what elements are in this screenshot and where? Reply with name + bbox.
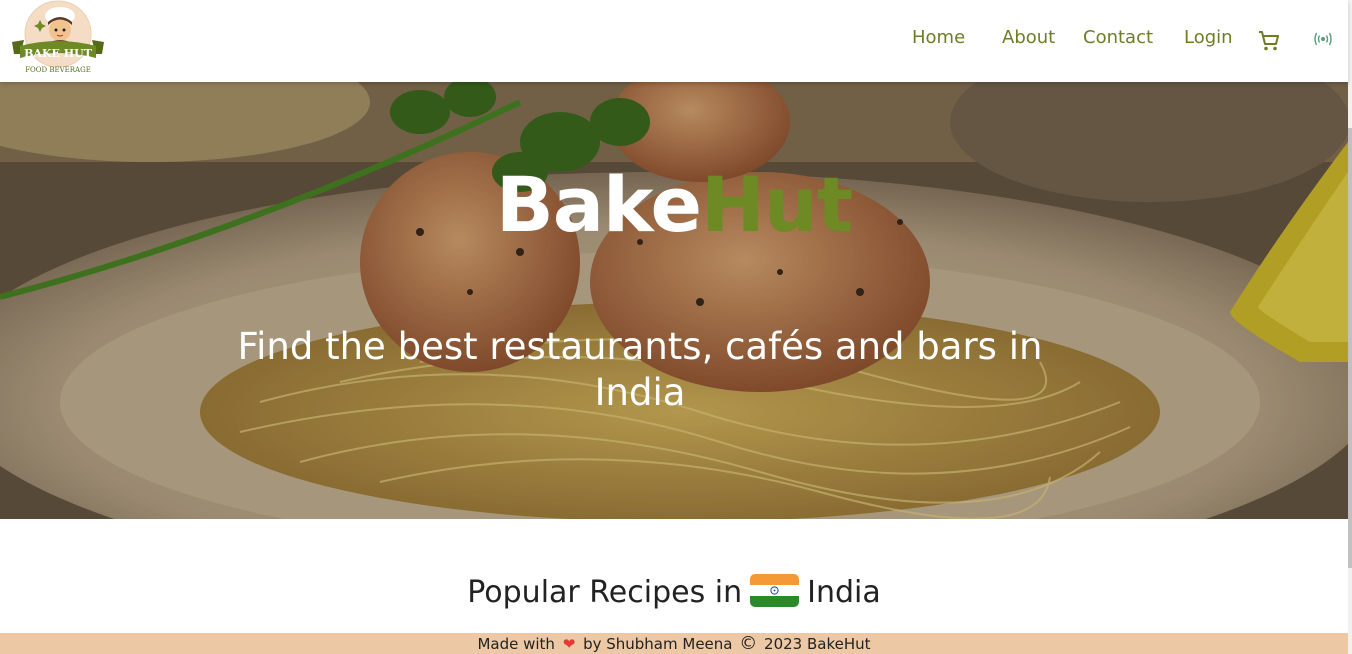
- hero-title-bake: Bake: [495, 160, 702, 249]
- cart-icon[interactable]: [1257, 29, 1281, 53]
- navbar: BAKE HUT FOOD BEVERAGE Home About Contac…: [0, 0, 1348, 82]
- copyright-icon: ©: [739, 633, 758, 654]
- footer-author: by Shubham Meena: [583, 635, 733, 653]
- hero-banner: BakeHut Find the best restaurants, cafés…: [0, 82, 1348, 519]
- nav-home-link[interactable]: Home: [912, 27, 965, 48]
- nav-contact-link[interactable]: Contact: [1083, 27, 1153, 48]
- nav-links: Home About Contact Login: [0, 0, 1348, 82]
- footer-made-with: Made with: [477, 635, 555, 653]
- nav-login-link[interactable]: Login: [1184, 27, 1233, 48]
- hero-subtitle: Find the best restaurants, cafés and bar…: [237, 325, 1043, 414]
- footer-copyright: 2023 BakeHut: [764, 635, 871, 653]
- scrollbar-thumb[interactable]: [1348, 128, 1352, 568]
- heart-icon: ❤: [562, 635, 576, 653]
- recipes-heading-country: India: [807, 575, 881, 610]
- popular-recipes-heading: Popular Recipes in India: [0, 574, 1348, 610]
- hero-title-hut: Hut: [701, 160, 853, 249]
- hero-overlay: [0, 82, 1348, 519]
- nav-about-link[interactable]: About: [1002, 27, 1055, 48]
- hero-title: BakeHut: [0, 160, 1348, 249]
- footer: Made with ❤ by Shubham Meena © 2023 Bake…: [0, 633, 1348, 654]
- india-flag-icon: [750, 574, 800, 607]
- recipes-heading-prefix: Popular Recipes in: [467, 575, 743, 610]
- broadcast-icon[interactable]: [1313, 31, 1333, 47]
